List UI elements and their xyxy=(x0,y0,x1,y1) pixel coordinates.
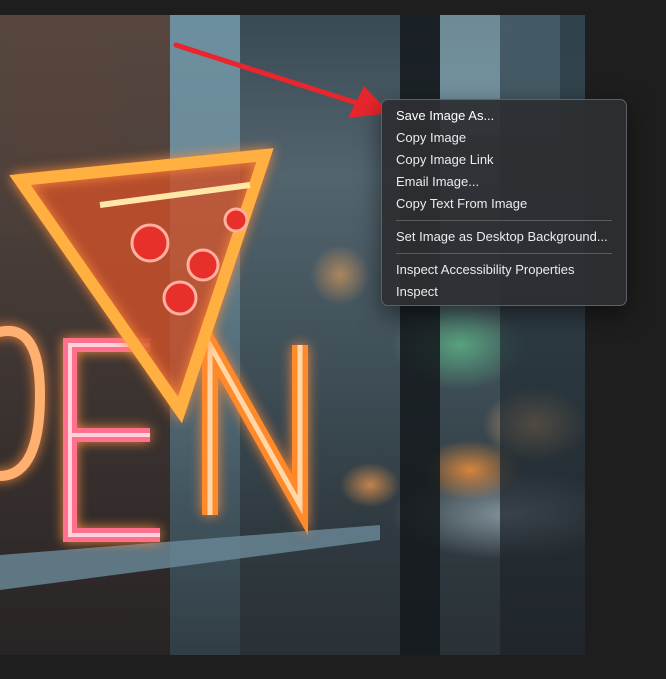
menu-item-inspect[interactable]: Inspect xyxy=(382,281,626,303)
menu-item-set-desktop-background[interactable]: Set Image as Desktop Background... xyxy=(382,226,626,248)
menu-item-email-image[interactable]: Email Image... xyxy=(382,171,626,193)
menu-item-copy-image[interactable]: Copy Image xyxy=(382,127,626,149)
menu-separator xyxy=(396,253,612,254)
menu-item-save-image-as[interactable]: Save Image As... xyxy=(382,105,626,127)
annotation-arrow-shaft xyxy=(173,42,363,107)
context-menu: Save Image As... Copy Image Copy Image L… xyxy=(381,99,627,306)
menu-item-inspect-accessibility[interactable]: Inspect Accessibility Properties xyxy=(382,259,626,281)
menu-item-copy-image-link[interactable]: Copy Image Link xyxy=(382,149,626,171)
menu-item-copy-text-from-image[interactable]: Copy Text From Image xyxy=(382,193,626,215)
menu-separator xyxy=(396,220,612,221)
